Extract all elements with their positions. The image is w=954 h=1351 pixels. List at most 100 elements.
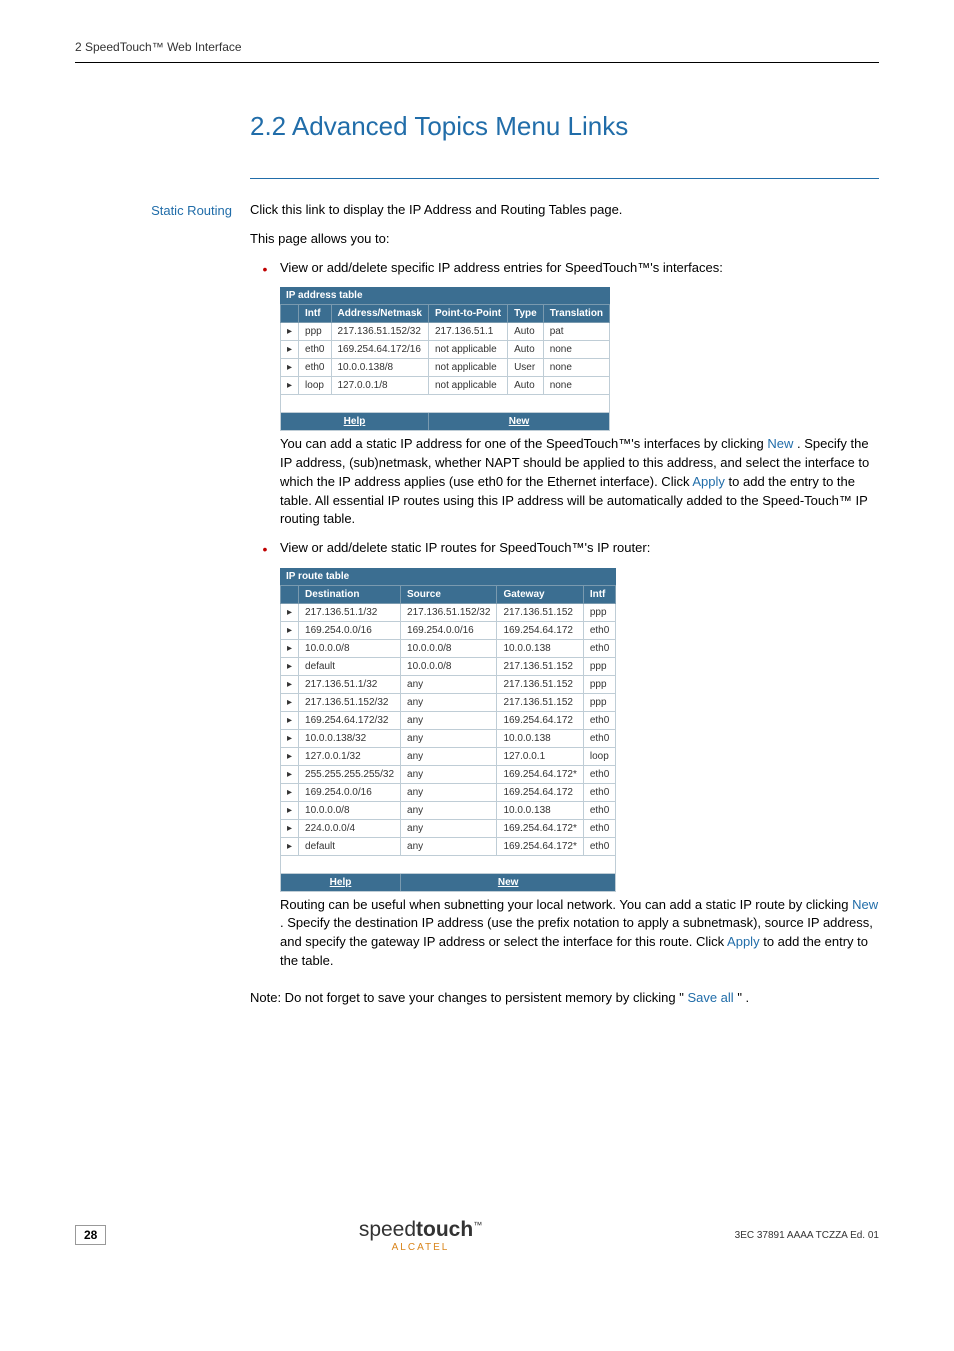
column-header: Destination xyxy=(299,585,401,603)
table-cell: 127.0.0.1/32 xyxy=(299,747,401,765)
row-arrow-icon: ▸ xyxy=(281,603,299,621)
brand-word-2: touch xyxy=(416,1218,473,1241)
table-cell: loop xyxy=(583,747,615,765)
table-cell: eth0 xyxy=(583,837,615,855)
table-cell: 217.136.51.152 xyxy=(497,603,583,621)
row-arrow-icon: ▸ xyxy=(281,801,299,819)
table-row[interactable]: ▸default10.0.0.0/8217.136.51.152ppp xyxy=(281,657,616,675)
save-note: Note: Do not forget to save your changes… xyxy=(250,989,879,1008)
table-cell: 217.136.51.1/32 xyxy=(299,675,401,693)
table-row[interactable]: ▸loop127.0.0.1/8not applicableAutonone xyxy=(281,376,610,394)
table-cell: not applicable xyxy=(428,358,507,376)
brand-logo: speedtouch™ ALCATEL xyxy=(106,1218,734,1253)
table-cell: 10.0.0.138/32 xyxy=(299,729,401,747)
row-arrow-icon: ▸ xyxy=(281,376,299,394)
page-number: 28 xyxy=(75,1225,106,1245)
help-button[interactable]: Help xyxy=(281,873,401,891)
header-rule xyxy=(75,62,879,63)
table-row[interactable]: ▸10.0.0.0/8any10.0.0.138eth0 xyxy=(281,801,616,819)
row-arrow-icon: ▸ xyxy=(281,621,299,639)
table-row[interactable]: ▸ppp217.136.51.152/32217.136.51.1Autopat xyxy=(281,322,610,340)
table-row[interactable]: ▸127.0.0.1/32any127.0.0.1loop xyxy=(281,747,616,765)
table-row[interactable]: ▸255.255.255.255/32any169.254.64.172*eth… xyxy=(281,765,616,783)
table-cell: 10.0.0.138/8 xyxy=(331,358,428,376)
table-row[interactable]: ▸217.136.51.1/32any217.136.51.152ppp xyxy=(281,675,616,693)
table-row[interactable]: ▸217.136.51.1/32217.136.51.152/32217.136… xyxy=(281,603,616,621)
table-row[interactable]: ▸169.254.0.0/16any169.254.64.172eth0 xyxy=(281,783,616,801)
bullet-2-text: View or add/delete static IP routes for … xyxy=(280,539,879,559)
column-header: Intf xyxy=(583,585,615,603)
table-cell: 217.136.51.152/32 xyxy=(299,693,401,711)
row-arrow-icon: ▸ xyxy=(281,340,299,358)
table-row[interactable]: ▸10.0.0.0/810.0.0.0/810.0.0.138eth0 xyxy=(281,639,616,657)
apply-link[interactable]: Apply xyxy=(727,934,760,949)
table-cell: not applicable xyxy=(428,340,507,358)
column-header: Translation xyxy=(543,304,609,322)
column-header: Intf xyxy=(299,304,331,322)
table-cell: 217.136.51.152 xyxy=(497,657,583,675)
table-cell: none xyxy=(543,340,609,358)
table-cell: none xyxy=(543,376,609,394)
table-cell: any xyxy=(401,693,497,711)
row-arrow-icon: ▸ xyxy=(281,747,299,765)
text-span: " . xyxy=(737,990,749,1005)
table-cell: Auto xyxy=(508,376,544,394)
table-cell: 10.0.0.138 xyxy=(497,801,583,819)
help-button[interactable]: Help xyxy=(281,412,429,430)
table-cell: any xyxy=(401,801,497,819)
table-cell: 217.136.51.1/32 xyxy=(299,603,401,621)
save-all-link[interactable]: Save all xyxy=(687,990,733,1005)
table-row[interactable]: ▸169.254.0.0/16169.254.0.0/16169.254.64.… xyxy=(281,621,616,639)
table-cell: ppp xyxy=(583,693,615,711)
table-cell: loop xyxy=(299,376,331,394)
table-cell: 169.254.64.172 xyxy=(497,711,583,729)
apply-link[interactable]: Apply xyxy=(692,474,725,489)
table-row[interactable]: ▸eth010.0.0.138/8not applicableUsernone xyxy=(281,358,610,376)
after-route-paragraph: Routing can be useful when subnetting yo… xyxy=(280,896,879,971)
ip-route-table-footer: Click 'New' to create a new entry. xyxy=(281,855,616,873)
table-cell: 10.0.0.138 xyxy=(497,729,583,747)
table-cell: 10.0.0.0/8 xyxy=(299,801,401,819)
new-link[interactable]: New xyxy=(852,897,878,912)
text-span: You can add a static IP address for one … xyxy=(280,436,767,451)
row-arrow-icon: ▸ xyxy=(281,783,299,801)
brand-word-1: speed xyxy=(359,1218,416,1241)
column-header: Type xyxy=(508,304,544,322)
table-cell: eth0 xyxy=(583,729,615,747)
table-cell: none xyxy=(543,358,609,376)
table-cell: 217.136.51.152/32 xyxy=(401,603,497,621)
row-arrow-icon: ▸ xyxy=(281,358,299,376)
column-header: Point-to-Point xyxy=(428,304,507,322)
table-cell: 169.254.64.172 xyxy=(497,621,583,639)
table-cell: eth0 xyxy=(299,358,331,376)
section-rule xyxy=(250,178,879,179)
table-cell: 169.254.64.172* xyxy=(497,819,583,837)
table-cell: 255.255.255.255/32 xyxy=(299,765,401,783)
section-title: 2.2 Advanced Topics Menu Links xyxy=(250,111,879,142)
table-cell: any xyxy=(401,837,497,855)
table-row[interactable]: ▸169.254.64.172/32any169.254.64.172eth0 xyxy=(281,711,616,729)
table-row[interactable]: ▸10.0.0.138/32any10.0.0.138eth0 xyxy=(281,729,616,747)
table-row[interactable]: ▸defaultany169.254.64.172*eth0 xyxy=(281,837,616,855)
table-row[interactable]: ▸217.136.51.152/32any217.136.51.152ppp xyxy=(281,693,616,711)
table-row[interactable]: ▸224.0.0.0/4any169.254.64.172*eth0 xyxy=(281,819,616,837)
column-header: Gateway xyxy=(497,585,583,603)
table-cell: ppp xyxy=(299,322,331,340)
row-arrow-icon: ▸ xyxy=(281,657,299,675)
table-cell: 217.136.51.152 xyxy=(497,693,583,711)
table-cell: 217.136.51.152 xyxy=(497,675,583,693)
table-cell: eth0 xyxy=(583,621,615,639)
new-button[interactable]: New xyxy=(401,873,616,891)
table-cell: any xyxy=(401,747,497,765)
text-span: Routing can be useful when subnetting yo… xyxy=(280,897,852,912)
new-button[interactable]: New xyxy=(428,412,609,430)
table-cell: default xyxy=(299,657,401,675)
table-cell: any xyxy=(401,819,497,837)
table-cell: 169.254.64.172* xyxy=(497,765,583,783)
table-cell: eth0 xyxy=(583,711,615,729)
new-link[interactable]: New xyxy=(767,436,793,451)
ip-address-table-footer: Click 'New' to create a new entry. xyxy=(281,394,610,412)
table-row[interactable]: ▸eth0169.254.64.172/16not applicableAuto… xyxy=(281,340,610,358)
table-cell: 169.254.0.0/16 xyxy=(299,783,401,801)
table-cell: 169.254.64.172/16 xyxy=(331,340,428,358)
